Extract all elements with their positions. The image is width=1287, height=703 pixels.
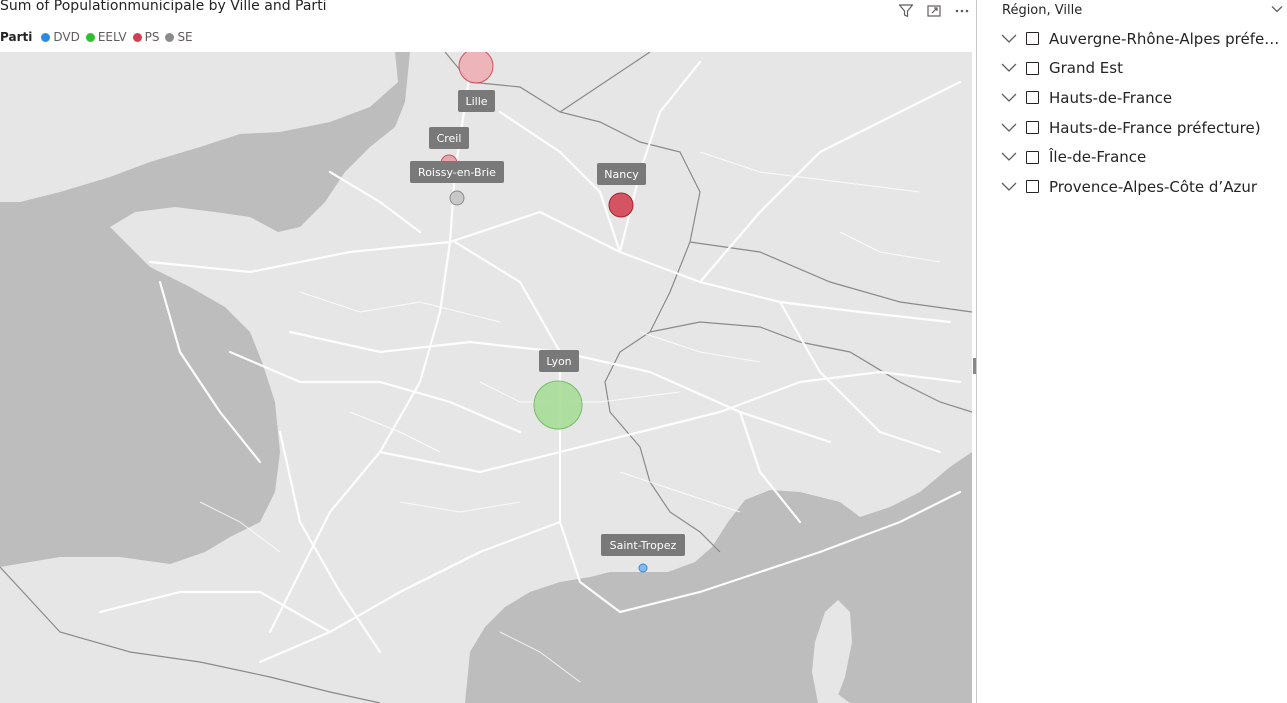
- slicer-item[interactable]: Île-de-France: [1000, 142, 1287, 172]
- legend-item-se[interactable]: SE: [165, 30, 193, 44]
- slicer-header: Région, Ville: [1002, 3, 1083, 18]
- bubble-nancy[interactable]: [608, 192, 634, 218]
- expand-chevron-icon[interactable]: [1000, 33, 1018, 45]
- bubble-lille[interactable]: [458, 52, 494, 84]
- legend-dot-ps: [132, 32, 142, 42]
- slicer-checkbox[interactable]: [1026, 32, 1039, 46]
- map-svg: Lille Creil Roissy-en-Brie Nancy Lyon Sa…: [0, 52, 972, 703]
- expand-chevron-icon[interactable]: [1000, 181, 1018, 193]
- focus-mode-icon[interactable]: [924, 2, 944, 20]
- city-label-lille: Lille: [465, 95, 487, 108]
- slicer-item-label: Grand Est: [1049, 59, 1123, 78]
- slicer-list: Auvergne-Rhône-Alpes préfecture) Grand E…: [1000, 24, 1287, 202]
- slicer-item[interactable]: Hauts-de-France: [1000, 83, 1287, 113]
- visual-title: Sum of Populationmunicipale by Ville and…: [0, 0, 327, 14]
- chevron-down-icon[interactable]: [1271, 4, 1283, 14]
- slicer-item[interactable]: Hauts-de-France préfecture): [1000, 113, 1287, 143]
- slicer-item[interactable]: Provence-Alpes-Côte d’Azur: [1000, 172, 1287, 202]
- legend-dot-se: [165, 32, 175, 42]
- bubble-saint-tropez[interactable]: [638, 563, 648, 573]
- filter-icon[interactable]: [896, 2, 916, 20]
- city-label-roissy-en-brie: Roissy-en-Brie: [418, 166, 496, 179]
- bubble-roissy-en-brie[interactable]: [449, 190, 465, 206]
- slicer-item-label: Hauts-de-France préfecture): [1049, 118, 1261, 137]
- slicer-checkbox[interactable]: [1026, 61, 1039, 75]
- city-label-lyon: Lyon: [546, 355, 571, 368]
- slicer-checkbox[interactable]: [1026, 180, 1039, 194]
- slicer-checkbox[interactable]: [1026, 150, 1039, 164]
- slicer-item-label: Île-de-France: [1049, 148, 1147, 167]
- legend-label-eelv: EELV: [97, 30, 127, 44]
- city-label-creil: Creil: [437, 132, 462, 145]
- slicer-checkbox[interactable]: [1026, 91, 1039, 105]
- expand-chevron-icon[interactable]: [1000, 122, 1018, 134]
- slicer-item[interactable]: Auvergne-Rhône-Alpes préfecture): [1000, 24, 1287, 54]
- map-legend: Parti DVD EELV PS SE: [0, 30, 199, 44]
- more-options-icon[interactable]: [952, 2, 972, 20]
- slicer-checkbox[interactable]: [1026, 121, 1039, 135]
- slicer-item[interactable]: Grand Est: [1000, 54, 1287, 84]
- expand-chevron-icon[interactable]: [1000, 62, 1018, 74]
- legend-label-dvd: DVD: [53, 30, 80, 44]
- map-canvas[interactable]: Lille Creil Roissy-en-Brie Nancy Lyon Sa…: [0, 52, 972, 703]
- expand-chevron-icon[interactable]: [1000, 151, 1018, 163]
- legend-dot-eelv: [85, 32, 95, 42]
- legend-item-ps[interactable]: PS: [132, 30, 160, 44]
- legend-item-eelv[interactable]: EELV: [85, 30, 127, 44]
- legend-item-dvd[interactable]: DVD: [41, 30, 80, 44]
- city-label-saint-tropez: Saint-Tropez: [610, 539, 677, 552]
- pane-divider: [976, 0, 977, 703]
- map-visual[interactable]: Sum of Populationmunicipale by Ville and…: [0, 0, 975, 703]
- map-point-lyon[interactable]: Lyon: [533, 350, 583, 430]
- legend-label-se: SE: [177, 30, 193, 44]
- slicer-item-label: Auvergne-Rhône-Alpes préfecture): [1049, 29, 1285, 48]
- expand-chevron-icon[interactable]: [1000, 92, 1018, 104]
- legend-dot-dvd: [41, 32, 51, 42]
- city-label-nancy: Nancy: [604, 168, 639, 181]
- legend-title: Parti: [0, 30, 33, 44]
- region-ville-slicer[interactable]: Région, Ville Auvergne-Rhône-Alpes préfe…: [978, 0, 1287, 703]
- report-canvas: Sum of Populationmunicipale by Ville and…: [0, 0, 1287, 703]
- visual-header-icons: [896, 2, 972, 20]
- slicer-item-label: Hauts-de-France: [1049, 88, 1173, 107]
- bubble-lyon[interactable]: [533, 380, 583, 430]
- slicer-item-label: Provence-Alpes-Côte d’Azur: [1049, 177, 1258, 196]
- legend-label-ps: PS: [144, 30, 160, 44]
